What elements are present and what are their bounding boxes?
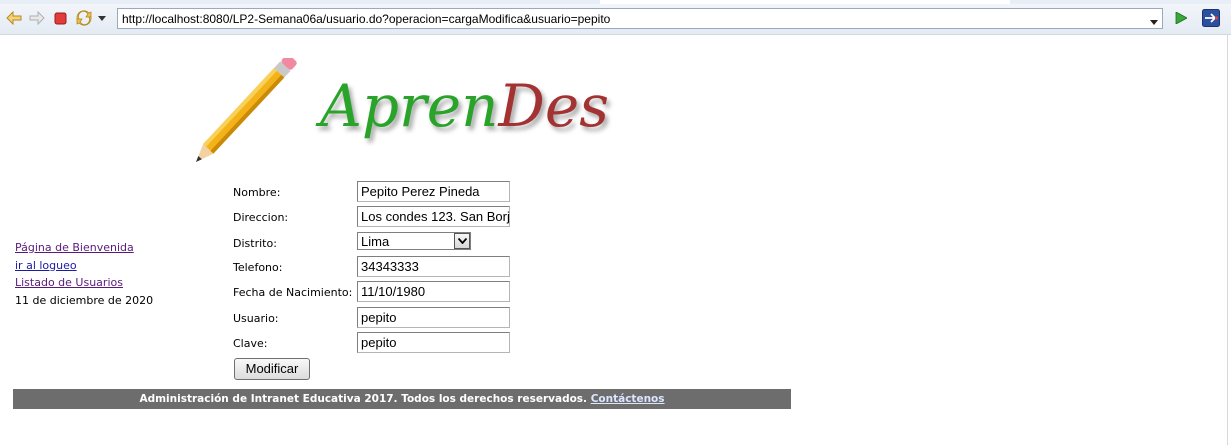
form-row-usuario: Usuario: pepito [233,306,523,328]
modificar-button[interactable]: Modificar [234,358,310,380]
page-edge [1227,34,1228,445]
url-text[interactable]: http://localhost:8080/LP2-Semana06a/usua… [122,12,610,26]
address-bar[interactable]: http://localhost:8080/LP2-Semana06a/usua… [117,8,1163,29]
site-logo: AprenDes [190,54,610,171]
telefono-input[interactable]: 34343333 [357,256,510,277]
sidebar-link-login[interactable]: ir al logueo [15,257,153,275]
form-row-clave: Clave: pepito [233,331,523,353]
logo-text-green: Apren [320,72,499,140]
extension-icon[interactable] [1202,9,1220,27]
dropdown-arrow-icon[interactable] [97,10,107,26]
distrito-select[interactable]: Lima [357,232,471,250]
distrito-selected-value: Lima [361,234,390,249]
nombre-input[interactable]: Pepito Perez Pineda [357,181,510,202]
form-row-direccion: Direccion: Los condes 123. San Borja [233,205,523,227]
current-date: 11 de diciembre de 2020 [15,293,154,307]
clave-input[interactable]: pepito [357,332,510,353]
logo-wordmark: AprenDes [320,76,609,136]
refresh-icon[interactable] [75,10,93,26]
fecha-nacimiento-input[interactable]: 11/10/1980 [357,281,510,302]
form-row-distrito: Distrito: Lima [233,231,523,253]
stop-icon[interactable] [52,10,68,26]
back-icon[interactable] [5,10,23,26]
sidebar-link-welcome[interactable]: Página de Bienvenida [15,239,153,257]
field-label: Distrito: [233,237,277,250]
field-label: Direccion: [233,211,289,224]
contact-link[interactable]: Contáctenos [591,393,665,405]
sidebar-link-user-list[interactable]: Listado de Usuarios [15,274,153,292]
chevron-down-icon[interactable] [1150,15,1158,28]
field-label: Fecha de Nacimiento: [233,286,353,299]
usuario-input[interactable]: pepito [357,307,510,328]
browser-toolbar: http://localhost:8080/LP2-Semana06a/usua… [0,0,1231,35]
form-row-telefono: Telefono: 34343333 [233,255,523,277]
forward-icon[interactable] [28,10,46,26]
field-label: Telefono: [233,261,283,274]
pencil-icon [190,54,320,171]
page-footer: Administración de Intranet Educativa 201… [13,389,791,409]
footer-text: Administración de Intranet Educativa 201… [139,393,588,405]
sidebar-menu: Página de Bienvenida ir al logueo Listad… [15,239,153,309]
form-row-nombre: Nombre: Pepito Perez Pineda [233,180,523,202]
go-icon[interactable] [1174,10,1188,26]
logo-text-red: Des [498,72,610,140]
chevron-down-icon[interactable] [454,233,470,249]
field-label: Nombre: [233,186,281,199]
field-label: Clave: [233,337,268,350]
direccion-input[interactable]: Los condes 123. San Borja [357,206,510,227]
field-label: Usuario: [233,312,279,325]
form-row-fecha-nacimiento: Fecha de Nacimiento: 11/10/1980 [233,280,523,302]
tab-strip [0,0,1231,4]
